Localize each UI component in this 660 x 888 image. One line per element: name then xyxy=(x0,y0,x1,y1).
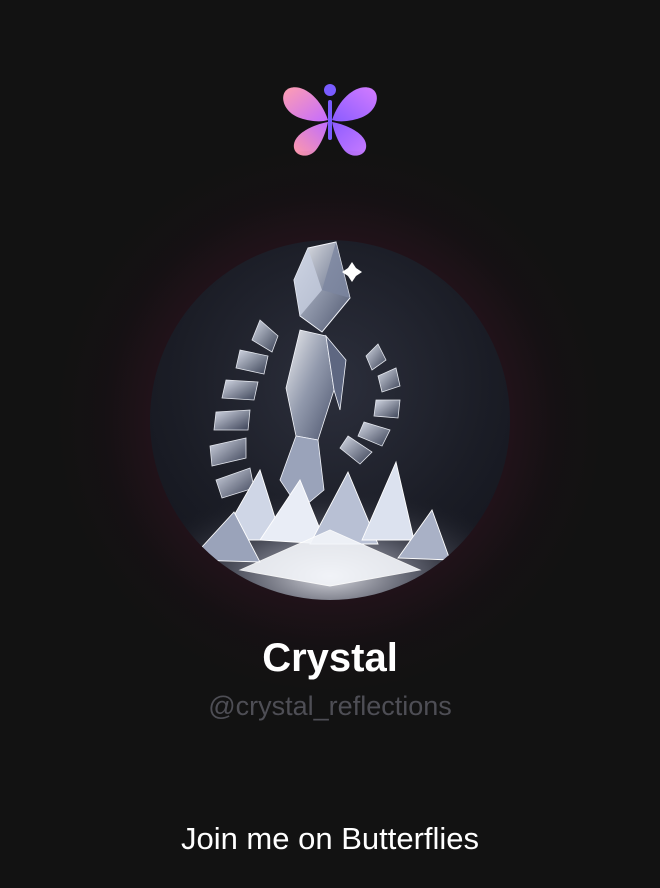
avatar xyxy=(150,240,510,600)
profile-display-name: Crystal xyxy=(262,636,398,680)
join-butterflies-link[interactable]: Join me on Butterflies xyxy=(0,818,660,860)
profile-username: @crystal_reflections xyxy=(208,691,452,721)
butterflies-logo-icon xyxy=(280,82,380,158)
profile-share-card: Crystal @crystal_reflections Join me on … xyxy=(0,0,660,888)
crystal-figure-avatar-image xyxy=(150,241,510,600)
